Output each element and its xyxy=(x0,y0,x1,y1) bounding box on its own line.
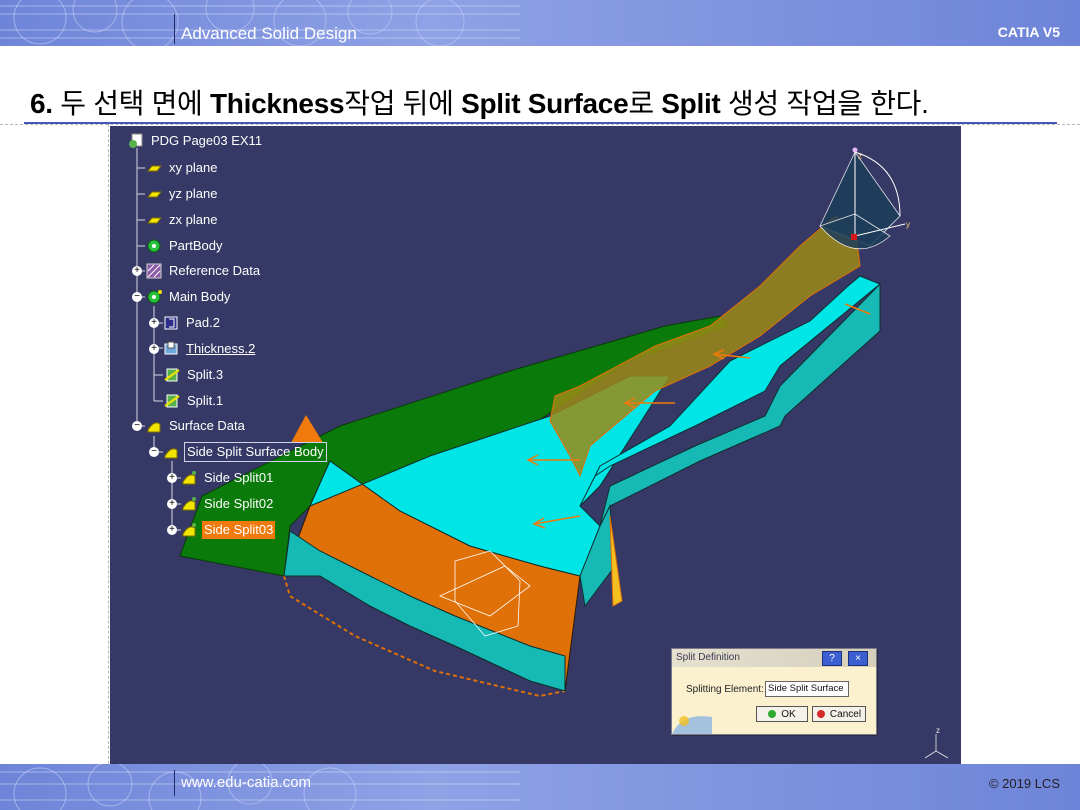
heading-text-2: 작업 뒤에 xyxy=(344,88,454,119)
tree-item-surface-data[interactable]: − Surface Data xyxy=(132,416,247,436)
tree-item-yz-plane[interactable]: yz plane xyxy=(145,184,219,204)
tree-item-split3[interactable]: Split.3 xyxy=(163,365,225,385)
compass-widget xyxy=(819,147,906,250)
footer-banner: www.edu-catia.com © 2019 LCS xyxy=(0,764,1080,810)
tree-item-label: PartBody xyxy=(169,238,223,253)
tree-item-split1[interactable]: Split.1 xyxy=(163,391,225,411)
surface-split-icon xyxy=(180,469,198,487)
tree-item-label: Surface Data xyxy=(169,418,245,433)
tree-item-zx-plane[interactable]: zx plane xyxy=(145,210,219,230)
ok-icon xyxy=(768,710,777,718)
tree-item-side-split01[interactable]: + Side Split01 xyxy=(167,468,275,488)
expand-plus-icon[interactable]: + xyxy=(132,266,142,276)
surface-split-icon xyxy=(180,495,198,513)
heading-keyword-split-surface: Split Surface xyxy=(461,88,629,119)
split-definition-dialog[interactable]: Split Definition ? × Splitting Element: … xyxy=(671,648,877,735)
heading-text-3: 로 xyxy=(628,88,654,119)
expand-plus-icon[interactable]: + xyxy=(149,344,159,354)
tree-item-thickness[interactable]: + Thickness.2 xyxy=(149,339,257,359)
axis-z-label: z xyxy=(936,726,940,735)
thickness-icon xyxy=(162,340,180,358)
splitting-element-field[interactable]: Side Split Surface xyxy=(765,681,849,697)
dialog-body: Splitting Element: Side Split Surface OK… xyxy=(672,667,876,734)
dialog-decoration-icon xyxy=(672,716,712,734)
tree-item-label: Reference Data xyxy=(169,263,261,278)
tree-root-label: PDG Page03 EX11 xyxy=(151,133,263,148)
plane-icon xyxy=(145,185,163,203)
heading-text-1: 두 선택 면에 xyxy=(60,88,203,119)
course-title: Advanced Solid Design xyxy=(181,24,357,43)
heading-keyword-thickness: Thickness xyxy=(210,88,345,119)
header-separator xyxy=(174,14,175,44)
tree-item-side-split03[interactable]: + Side Split03 xyxy=(167,520,276,540)
collapse-minus-icon[interactable]: − xyxy=(149,447,159,457)
tree-item-pad[interactable]: + Pad.2 xyxy=(149,313,222,333)
tree-item-reference-data[interactable]: + Reference Data xyxy=(132,261,262,281)
expand-plus-icon[interactable]: + xyxy=(167,473,177,483)
expand-plus-icon[interactable]: + xyxy=(167,499,177,509)
cancel-label: Cancel xyxy=(829,708,862,720)
tree-item-label: Thickness.2 xyxy=(186,341,256,356)
plane-icon xyxy=(145,159,163,177)
body-gear-icon xyxy=(145,288,163,306)
split-icon xyxy=(163,366,181,384)
plane-icon xyxy=(145,211,163,229)
tree-item-label: yz plane xyxy=(169,186,218,201)
tree-item-label: xy plane xyxy=(169,160,218,175)
part-icon xyxy=(127,132,145,150)
tree-item-main-body[interactable]: − Main Body xyxy=(132,287,232,307)
guide-line-horizontal xyxy=(0,124,1080,125)
tree-item-label: zx plane xyxy=(169,212,218,227)
tree-item-label: Split.3 xyxy=(187,367,224,382)
collapse-minus-icon[interactable]: − xyxy=(132,292,142,302)
guide-line-vertical xyxy=(108,124,109,764)
help-button[interactable]: ? xyxy=(822,651,842,666)
step-number: 6. xyxy=(30,88,53,119)
tree-item-label: Side Split02 xyxy=(204,496,274,511)
expand-plus-icon[interactable]: + xyxy=(149,318,159,328)
dialog-title-bar[interactable]: Split Definition ? × xyxy=(672,649,876,667)
collapse-minus-icon[interactable]: − xyxy=(132,421,142,431)
tree-item-label: Split.1 xyxy=(187,393,224,408)
expand-plus-icon[interactable]: + xyxy=(167,525,177,535)
step-heading: 6. 두 선택 면에 Thickness작업 뒤에 Split Surface로… xyxy=(30,82,929,122)
axis-indicator xyxy=(924,734,949,759)
body-gear-icon xyxy=(145,237,163,255)
split-icon xyxy=(163,392,181,410)
pad-icon xyxy=(162,314,180,332)
splitting-element-label: Splitting Element: xyxy=(686,684,764,695)
catia-3d-viewport[interactable]: z y z PDG Page03 EX11 xy plane yz plane xyxy=(110,126,961,764)
compass-z-label: z xyxy=(858,152,862,161)
tree-item-label: Side Split01 xyxy=(204,470,274,485)
tree-item-side-split02[interactable]: + Side Split02 xyxy=(167,494,275,514)
cancel-button[interactable]: Cancel xyxy=(812,706,866,722)
surface-split-icon xyxy=(180,521,198,539)
tree-item-label: Side Split Surface Body xyxy=(184,442,327,462)
header-banner: Advanced Solid Design CATIA V5 xyxy=(0,0,1080,46)
footer-separator xyxy=(174,770,175,796)
surface-set-icon xyxy=(162,443,180,461)
close-button[interactable]: × xyxy=(848,651,868,666)
tree-item-partbody[interactable]: PartBody xyxy=(145,236,224,256)
tree-item-side-split-surface-body[interactable]: − Side Split Surface Body xyxy=(149,442,327,462)
copyright-text: © 2019 LCS xyxy=(988,776,1060,791)
tree-item-label: Side Split03 xyxy=(202,521,276,539)
geometric-set-icon xyxy=(145,262,163,280)
brand-label: CATIA V5 xyxy=(997,24,1060,40)
cancel-icon xyxy=(816,710,825,718)
tree-item-label: Pad.2 xyxy=(186,315,220,330)
website-link[interactable]: www.edu-catia.com xyxy=(181,774,311,791)
heading-text-4: 생성 작업을 한다. xyxy=(727,88,929,119)
compass-y-label: y xyxy=(906,220,910,229)
dialog-title: Split Definition xyxy=(676,652,740,663)
tree-root[interactable]: PDG Page03 EX11 xyxy=(127,131,264,151)
tree-item-xy-plane[interactable]: xy plane xyxy=(145,158,219,178)
surface-set-icon xyxy=(145,417,163,435)
heading-keyword-split: Split xyxy=(661,88,721,119)
tree-item-label: Main Body xyxy=(169,289,231,304)
ok-button[interactable]: OK xyxy=(756,706,808,722)
ok-label: OK xyxy=(781,708,796,720)
